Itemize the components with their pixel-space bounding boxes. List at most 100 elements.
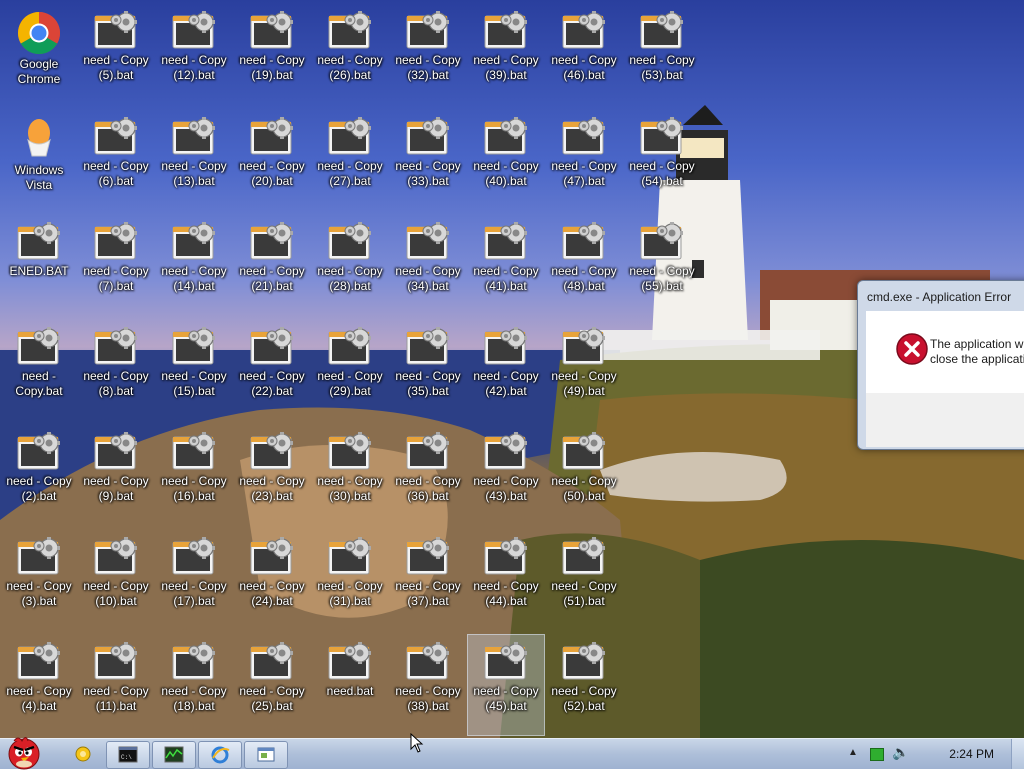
desktop-icon-label: need - Copy (29).bat xyxy=(317,369,383,398)
desktop-icon-bat[interactable]: need - Copy (5).bat xyxy=(78,4,154,104)
desktop-icon-bat[interactable]: need - Copy (32).bat xyxy=(390,4,466,104)
desktop-icon-bat[interactable]: need - Copy (55).bat xyxy=(624,215,700,315)
desktop-icon-bat[interactable]: need - Copy (28).bat xyxy=(312,215,388,315)
desktop-icon-bat[interactable]: need - Copy (54).bat xyxy=(624,110,700,210)
desktop-icon-label: need - Copy (46).bat xyxy=(551,53,617,82)
desktop-icon-bat[interactable]: need - Copy (22).bat xyxy=(234,320,310,420)
desktop-icon-bat[interactable]: need - Copy (26).bat xyxy=(312,4,388,104)
desktop-icon-bat[interactable]: need - Copy (3).bat xyxy=(1,530,77,630)
taskbar-explorer-pinned[interactable] xyxy=(62,741,104,767)
desktop-icon-bat[interactable]: need - Copy (16).bat xyxy=(156,425,232,525)
volume-icon[interactable]: 🔈 xyxy=(892,744,909,761)
batch-file-icon xyxy=(17,432,60,470)
desktop-icon-bat[interactable]: need - Copy (48).bat xyxy=(546,215,622,315)
desktop-icon-bat[interactable]: need - Copy (36).bat xyxy=(390,425,466,525)
desktop-icon-bat[interactable]: need - Copy (44).bat xyxy=(468,530,544,630)
desktop-icon-label: need - Copy (6).bat xyxy=(83,159,149,188)
desktop-icon-bat[interactable]: need - Copy (15).bat xyxy=(156,320,232,420)
desktop-icon-bat[interactable]: need - Copy (47).bat xyxy=(546,110,622,210)
desktop-icon-bat[interactable]: need - Copy (2).bat xyxy=(1,425,77,525)
desktop-icon-label: need - Copy (55).bat xyxy=(629,264,695,293)
desktop-icon-egg[interactable]: Windows Vista xyxy=(1,110,77,210)
desktop-icon-bat[interactable]: need - Copy (41).bat xyxy=(468,215,544,315)
desktop-icon-bat[interactable]: need - Copy (18).bat xyxy=(156,635,232,735)
desktop-icon-bat[interactable]: need - Copy (17).bat xyxy=(156,530,232,630)
desktop-icon-chrome[interactable]: Google Chrome xyxy=(1,4,77,104)
network-icon[interactable] xyxy=(870,748,884,761)
desktop-icon-bat[interactable]: need - Copy (35).bat xyxy=(390,320,466,420)
desktop-icon-label: need - Copy (2).bat xyxy=(6,474,72,503)
chrome-icon xyxy=(17,11,61,55)
desktop-icon-bat[interactable]: need - Copy (52).bat xyxy=(546,635,622,735)
desktop-icon-bat[interactable]: need - Copy (51).bat xyxy=(546,530,622,630)
desktop[interactable]: Google Chrome Windows Vista ENED.BAT need -… xyxy=(0,0,1024,738)
application-error-dialog[interactable]: cmd.exe - Application Error The applicat… xyxy=(857,280,1024,450)
desktop-icon-label: need - Copy (31).bat xyxy=(317,579,383,608)
batch-file-icon xyxy=(250,327,293,365)
desktop-icon-label: need - Copy (42).bat xyxy=(473,369,539,398)
desktop-icon-bat[interactable]: need - Copy (49).bat xyxy=(546,320,622,420)
desktop-icon-bat[interactable]: need - Copy (7).bat xyxy=(78,215,154,315)
desktop-icon-bat[interactable]: need - Copy (21).bat xyxy=(234,215,310,315)
desktop-icon-bat[interactable]: need - Copy (30).bat xyxy=(312,425,388,525)
desktop-icon-label: need - Copy (47).bat xyxy=(551,159,617,188)
desktop-icon-bat[interactable]: need - Copy (37).bat xyxy=(390,530,466,630)
taskbar-app-window[interactable] xyxy=(244,741,288,769)
desktop-icon-bat[interactable]: need - Copy (25).bat xyxy=(234,635,310,735)
batch-file-icon xyxy=(172,327,215,365)
desktop-icon-label: need - Copy (40).bat xyxy=(473,159,539,188)
desktop-icon-bat[interactable]: need - Copy (46).bat xyxy=(546,4,622,104)
desktop-icon-bat[interactable]: need - Copy (19).bat xyxy=(234,4,310,104)
desktop-icon-bat[interactable]: need - Copy.bat xyxy=(1,320,77,420)
batch-file-icon xyxy=(406,432,449,470)
show-desktop-button[interactable] xyxy=(1011,739,1024,769)
desktop-icon-bat[interactable]: need - Copy (38).bat xyxy=(390,635,466,735)
desktop-icon-bat[interactable]: need - Copy (27).bat xyxy=(312,110,388,210)
desktop-icon-bat[interactable]: need - Copy (6).bat xyxy=(78,110,154,210)
desktop-icon-bat[interactable]: need - Copy (50).bat xyxy=(546,425,622,525)
desktop-icon-bat[interactable]: need - Copy (11).bat xyxy=(78,635,154,735)
desktop-icon-bat[interactable]: need - Copy (12).bat xyxy=(156,4,232,104)
desktop-icon-bat[interactable]: need - Copy (4).bat xyxy=(1,635,77,735)
dialog-message-line2: close the applicati xyxy=(930,352,1024,366)
desktop-icon-bat[interactable]: need - Copy (31).bat xyxy=(312,530,388,630)
show-hidden-icons-icon[interactable]: ▲ xyxy=(848,747,858,758)
batch-file-icon xyxy=(484,327,527,365)
desktop-icon-label: need - Copy (35).bat xyxy=(395,369,461,398)
batch-file-icon xyxy=(17,537,60,575)
taskbar-ie[interactable] xyxy=(198,741,242,769)
desktop-icon-bat[interactable]: need - Copy (45).bat xyxy=(467,634,545,736)
batch-file-icon xyxy=(328,327,371,365)
desktop-icon-bat[interactable]: need - Copy (9).bat xyxy=(78,425,154,525)
internet-explorer-icon xyxy=(211,746,230,764)
desktop-icon-label: need - Copy (20).bat xyxy=(239,159,305,188)
desktop-icon-bat[interactable]: need - Copy (10).bat xyxy=(78,530,154,630)
batch-file-icon xyxy=(250,432,293,470)
desktop-icon-bat[interactable]: need - Copy (29).bat xyxy=(312,320,388,420)
task-manager-icon xyxy=(164,746,184,763)
desktop-icon-bat[interactable]: need - Copy (20).bat xyxy=(234,110,310,210)
desktop-icon-bat[interactable]: need - Copy (34).bat xyxy=(390,215,466,315)
desktop-icon-bat[interactable]: need - Copy (8).bat xyxy=(78,320,154,420)
taskbar-cmd[interactable]: C:\ xyxy=(106,741,150,769)
desktop-icon-bat[interactable]: need - Copy (33).bat xyxy=(390,110,466,210)
desktop-icon-bat[interactable]: need - Copy (39).bat xyxy=(468,4,544,104)
desktop-icon-bat[interactable]: need - Copy (23).bat xyxy=(234,425,310,525)
desktop-icon-bat[interactable]: need - Copy (14).bat xyxy=(156,215,232,315)
desktop-icon-label: need - Copy (11).bat xyxy=(83,684,149,713)
desktop-icon-bat[interactable]: need - Copy (40).bat xyxy=(468,110,544,210)
start-button[interactable] xyxy=(4,733,44,771)
batch-file-icon xyxy=(640,222,683,260)
clock[interactable]: 2:24 PM xyxy=(949,747,994,761)
desktop-icon-label: need - Copy (39).bat xyxy=(473,53,539,82)
desktop-icon-bat[interactable]: need.bat xyxy=(312,635,388,735)
desktop-icon-label: need - Copy (32).bat xyxy=(395,53,461,82)
desktop-icon-bat[interactable]: need - Copy (13).bat xyxy=(156,110,232,210)
taskbar-task-manager[interactable] xyxy=(152,741,196,769)
desktop-icon-bat[interactable]: need - Copy (24).bat xyxy=(234,530,310,630)
desktop-icon-bat[interactable]: ENED.BAT xyxy=(1,215,77,315)
desktop-icon-bat[interactable]: need - Copy (42).bat xyxy=(468,320,544,420)
desktop-icon-bat[interactable]: need - Copy (53).bat xyxy=(624,4,700,104)
desktop-icon-bat[interactable]: need - Copy (43).bat xyxy=(468,425,544,525)
desktop-icon-label: need - Copy (50).bat xyxy=(551,474,617,503)
